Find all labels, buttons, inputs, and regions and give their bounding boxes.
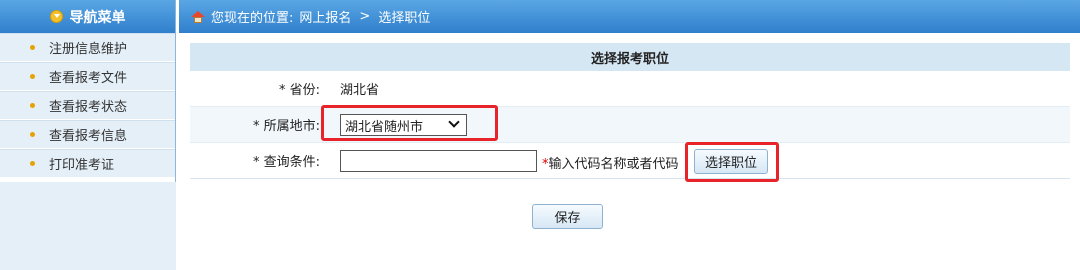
breadcrumb-path: 网上报名: [299, 11, 352, 26]
bullet-icon: [30, 45, 35, 50]
city-row: * 所属地市: 湖北省随州市: [190, 105, 1070, 143]
sidebar-header: 导航菜单: [0, 0, 175, 33]
bullet-icon: [30, 74, 35, 79]
sidebar-empty-area: [0, 182, 176, 270]
sidebar-title: 导航菜单: [69, 9, 126, 26]
sidebar-item-label: 打印准考证: [49, 158, 115, 173]
province-row: * 省份: 湖北省: [190, 71, 1070, 107]
breadcrumb-separator: >: [359, 9, 371, 24]
sidebar-item-label: 注册信息维护: [49, 42, 128, 57]
highlight-box-city: [321, 105, 498, 141]
query-hint: *输入代码名称或者代码: [542, 153, 679, 172]
dropdown-circle-icon: [49, 10, 63, 23]
query-row: * 查询条件: *输入代码名称或者代码 选择职位: [190, 142, 1070, 182]
highlight-box-select-post: [685, 142, 779, 182]
sidebar-item-exam-info[interactable]: 查看报考信息: [0, 120, 175, 149]
province-label: * 省份:: [278, 83, 320, 98]
city-label: * 所属地市:: [252, 119, 320, 134]
bullet-icon: [30, 132, 35, 137]
sidebar-item-print-ticket[interactable]: 打印准考证: [0, 149, 175, 178]
breadcrumb-prefix: 您现在的位置:: [211, 11, 294, 26]
form-title: 选择报考职位: [190, 43, 1070, 71]
query-input[interactable]: [340, 150, 537, 172]
breadcrumb: 您现在的位置: 网上报名 > 选择职位: [179, 0, 1080, 33]
query-hint-text: 输入代码名称或者代码: [548, 157, 679, 172]
home-icon: [191, 10, 205, 23]
bullet-icon: [30, 161, 35, 166]
sidebar-item-label: 查看报考信息: [49, 129, 128, 144]
breadcrumb-current: 选择职位: [378, 11, 431, 26]
province-value: 湖北省: [340, 83, 380, 98]
sidebar-item-exam-status[interactable]: 查看报考状态: [0, 91, 175, 120]
sidebar-item-label: 查看报考文件: [49, 71, 128, 86]
query-label: * 查询条件:: [252, 155, 320, 170]
sidebar-item-exam-files[interactable]: 查看报考文件: [0, 62, 175, 91]
select-post-form: 选择报考职位 * 省份: 湖北省 * 所属地市: 湖北省随州市 * 查询条件: …: [190, 43, 1070, 270]
sidebar-item-register-info[interactable]: 注册信息维护: [0, 33, 175, 62]
sidebar-item-label: 查看报考状态: [49, 100, 128, 115]
bullet-icon: [30, 103, 35, 108]
save-button[interactable]: 保存: [532, 204, 603, 229]
